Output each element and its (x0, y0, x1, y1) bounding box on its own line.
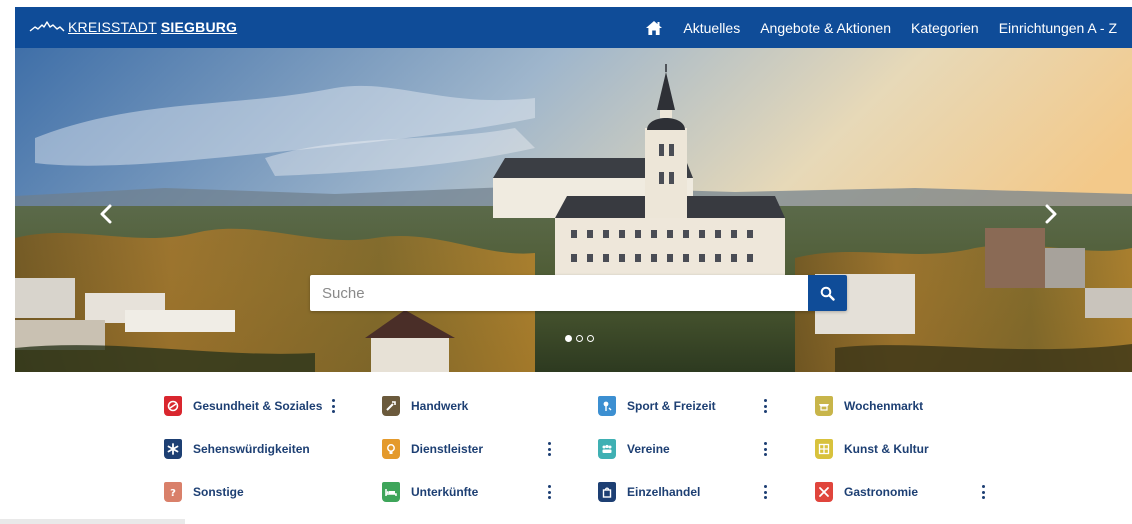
nav-home[interactable] (645, 7, 663, 48)
nav-aktuelles[interactable]: Aktuelles (683, 7, 740, 48)
category-wochenmarkt[interactable]: Wochenmarkt (815, 395, 923, 417)
home-icon (646, 20, 663, 35)
category-dienstleister[interactable]: Dienstleister (382, 438, 483, 460)
category-label: Sehenswürdigkeiten (193, 442, 310, 456)
chevron-right-icon (1045, 204, 1057, 224)
bed-icon (382, 482, 400, 502)
carousel-prev-button[interactable] (96, 199, 116, 229)
category-vereine[interactable]: Vereine (598, 438, 670, 460)
brand-prefix: KREISSTADT (68, 19, 157, 35)
bottom-scroll-strip (0, 519, 185, 524)
carousel-dot-1[interactable] (565, 335, 572, 342)
search-input[interactable] (310, 275, 808, 311)
chevron-left-icon (100, 204, 112, 224)
search-button[interactable] (808, 275, 847, 311)
category-sonstige[interactable]: ? Sonstige (164, 481, 244, 503)
search-icon (820, 286, 835, 301)
category-label: Handwerk (411, 399, 469, 413)
category-menu-einzelhandel[interactable] (761, 485, 769, 499)
category-handwerk[interactable]: Handwerk (382, 395, 468, 417)
carousel-dot-2[interactable] (576, 335, 583, 342)
category-menu-sport-freizeit[interactable] (761, 399, 769, 413)
group-icon (598, 439, 616, 459)
category-label: Kunst & Kultur (844, 442, 929, 456)
svg-text:?: ? (170, 488, 176, 498)
page: KREISSTADT SIEGBURG Aktuelles Angebote &… (0, 0, 1132, 524)
category-menu-vereine[interactable] (761, 442, 769, 456)
nav-kategorien[interactable]: Kategorien (911, 7, 979, 48)
category-menu-dienstleister[interactable] (545, 442, 553, 456)
category-label: Gastronomie (844, 485, 919, 499)
hero-carousel (15, 48, 1132, 372)
category-menu-gastronomie[interactable] (979, 485, 987, 499)
question-icon: ? (164, 482, 182, 502)
nav-angebote-aktionen[interactable]: Angebote & Aktionen (760, 7, 891, 48)
category-label: Sonstige (193, 485, 244, 499)
brand-name: SIEGBURG (160, 19, 238, 35)
sport-icon (598, 396, 616, 416)
skyline-logo-icon (29, 21, 65, 32)
category-label: Wochenmarkt (844, 399, 924, 413)
carousel-next-button[interactable] (1041, 199, 1061, 229)
category-label: Vereine (627, 442, 670, 456)
category-sport-freizeit[interactable]: Sport & Freizeit (598, 395, 716, 417)
carousel-dot-3[interactable] (587, 335, 594, 342)
category-gastronomie[interactable]: Gastronomie (815, 481, 918, 503)
hero-image-siegburg-skyline (15, 48, 1132, 372)
category-menu-gesundheit-soziales[interactable] (329, 399, 337, 413)
art-icon (815, 439, 833, 459)
main-nav: Aktuelles Angebote & Aktionen Kategorien… (645, 7, 1117, 48)
cutlery-icon (815, 482, 833, 502)
tools-icon (382, 396, 400, 416)
category-label: Einzelhandel (627, 485, 701, 499)
top-navigation-bar: KREISSTADT SIEGBURG Aktuelles Angebote &… (15, 7, 1132, 48)
bag-icon (598, 482, 616, 502)
category-gesundheit-soziales[interactable]: Gesundheit & Soziales (164, 395, 322, 417)
star-icon (164, 439, 182, 459)
category-label: Unterkünfte (411, 485, 479, 499)
category-einzelhandel[interactable]: Einzelhandel (598, 481, 700, 503)
category-unterkuenfte[interactable]: Unterkünfte (382, 481, 478, 503)
category-label: Dienstleister (411, 442, 484, 456)
carousel-indicators (565, 335, 594, 342)
category-menu-unterkuenfte[interactable] (545, 485, 553, 499)
health-icon (164, 396, 182, 416)
category-label: Sport & Freizeit (627, 399, 716, 413)
nav-einrichtungen-a-z[interactable]: Einrichtungen A - Z (999, 7, 1117, 48)
lightbulb-icon (382, 439, 400, 459)
brand-logo-link[interactable]: KREISSTADT SIEGBURG (29, 17, 237, 37)
search-bar (310, 275, 847, 311)
market-icon (815, 396, 833, 416)
category-sehenswuerdigkeiten[interactable]: Sehenswürdigkeiten (164, 438, 310, 460)
category-kunst-kultur[interactable]: Kunst & Kultur (815, 438, 929, 460)
category-label: Gesundheit & Soziales (193, 399, 323, 413)
